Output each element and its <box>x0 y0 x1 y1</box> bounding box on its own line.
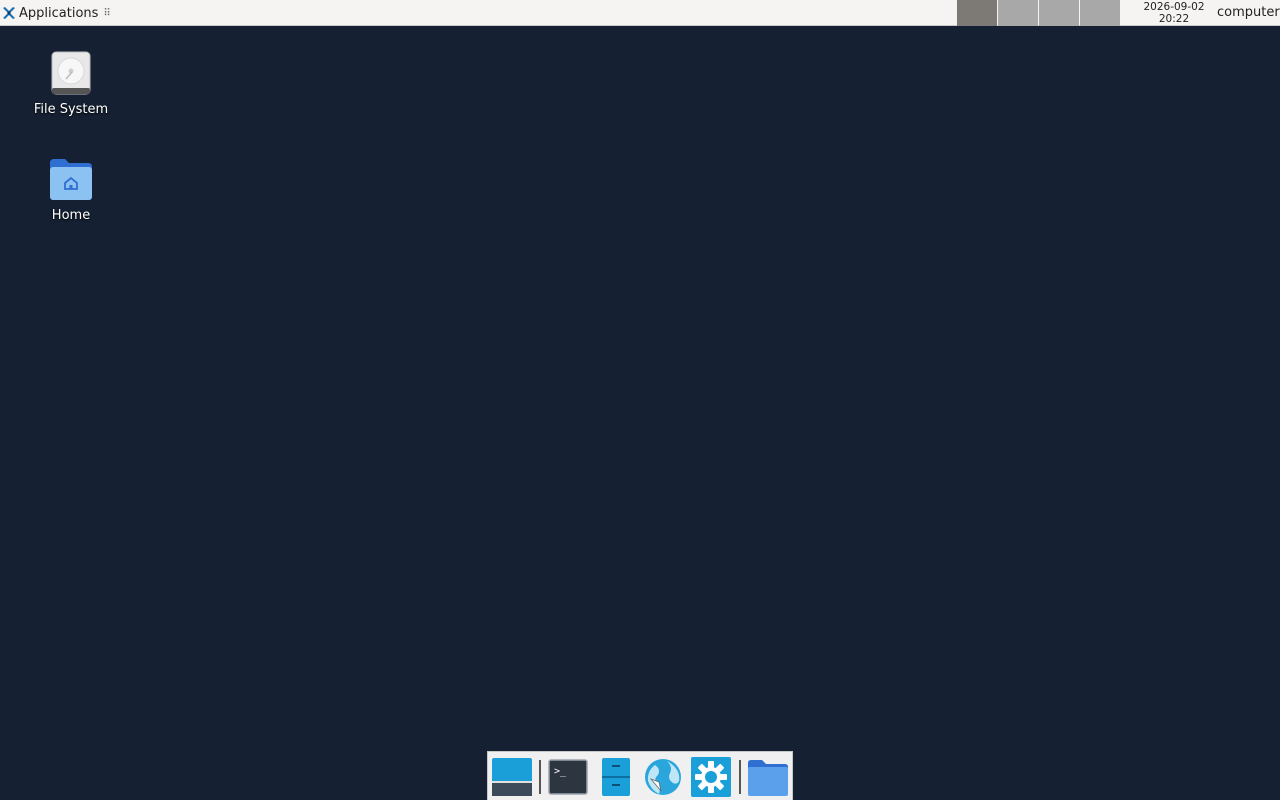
dock-web-browser[interactable] <box>641 755 685 799</box>
applications-menu-button[interactable]: Applications ⠿ <box>2 0 111 26</box>
user-menu[interactable]: computer <box>1217 0 1280 26</box>
workspace-4[interactable] <box>1080 0 1120 26</box>
dock: >_ <box>487 751 793 800</box>
web-browser-icon <box>645 759 681 795</box>
workspace-3[interactable] <box>1039 0 1079 26</box>
dock-separator <box>539 760 541 794</box>
workspace-2[interactable] <box>998 0 1038 26</box>
dock-folder[interactable] <box>746 755 790 799</box>
folder-icon <box>748 760 788 796</box>
show-desktop-icon <box>492 758 532 796</box>
workspace-1[interactable] <box>957 0 997 26</box>
settings-gear-icon <box>691 757 731 797</box>
clock-date: 2026-09-02 <box>1143 1 1205 13</box>
drive-harddisk-icon <box>51 51 91 95</box>
home-folder-icon <box>50 159 92 200</box>
top-panel: Applications ⠿ 2026-09-02 20:22 computer <box>0 0 1280 26</box>
desktop-icon-label: Home <box>51 208 91 223</box>
dock-terminal[interactable]: >_ <box>546 755 590 799</box>
desktop-icon-file-system[interactable]: File System <box>21 49 121 117</box>
desktop-icon-home[interactable]: Home <box>21 155 121 223</box>
dock-file-manager-cabinet[interactable] <box>594 755 638 799</box>
desktop-icon-label: File System <box>33 102 109 117</box>
dock-settings[interactable] <box>689 755 733 799</box>
workspace-switcher <box>957 0 1121 26</box>
clock-time: 20:22 <box>1158 13 1190 25</box>
applications-label: Applications <box>19 5 99 21</box>
dock-separator <box>739 760 741 794</box>
panel-grip-icon: ⠿ <box>103 7 111 19</box>
file-cabinet-icon <box>602 758 630 796</box>
terminal-glyph: >_ <box>554 766 567 777</box>
xfce-logo-icon <box>3 7 15 19</box>
dock-show-desktop[interactable] <box>490 755 534 799</box>
clock[interactable]: 2026-09-02 20:22 <box>1126 0 1222 26</box>
terminal-icon: >_ <box>548 759 588 795</box>
